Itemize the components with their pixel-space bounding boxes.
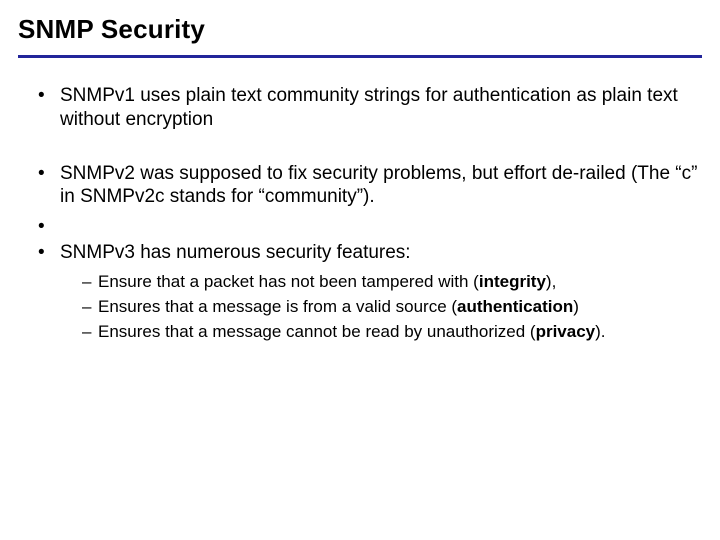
sub-text: Ensures that a message is from a valid s… [98,297,457,316]
title-underline [18,55,702,58]
bullet-list: SNMPv1 uses plain text community strings… [18,84,702,343]
bullet-item-empty [38,215,698,235]
sub-text: ) [573,297,579,316]
slide: SNMP Security SNMPv1 uses plain text com… [0,0,720,540]
bullet-item: SNMPv3 has numerous security features: E… [38,241,698,343]
bullet-text: SNMPv1 uses plain text community strings… [60,85,678,130]
slide-body: SNMPv1 uses plain text community strings… [18,84,702,343]
keyword-privacy: privacy [536,322,596,341]
sub-bullet-item: Ensures that a message cannot be read by… [82,321,698,342]
bullet-item: SNMPv2 was supposed to fix security prob… [38,162,698,210]
sub-bullet-item: Ensure that a packet has not been tamper… [82,271,698,292]
bullet-text: SNMPv3 has numerous security features: [60,242,411,263]
sub-bullet-list: Ensure that a packet has not been tamper… [60,265,698,343]
sub-text: ). [595,322,605,341]
bullet-item: SNMPv1 uses plain text community strings… [38,84,698,132]
sub-text: Ensure that a packet has not been tamper… [98,272,479,291]
keyword-integrity: integrity [479,272,546,291]
sub-bullet-item: Ensures that a message is from a valid s… [82,296,698,317]
sub-text: ), [546,272,556,291]
sub-text: Ensures that a message cannot be read by… [98,322,536,341]
slide-title: SNMP Security [18,14,702,45]
keyword-authentication: authentication [457,297,573,316]
bullet-text: SNMPv2 was supposed to fix security prob… [60,163,697,208]
